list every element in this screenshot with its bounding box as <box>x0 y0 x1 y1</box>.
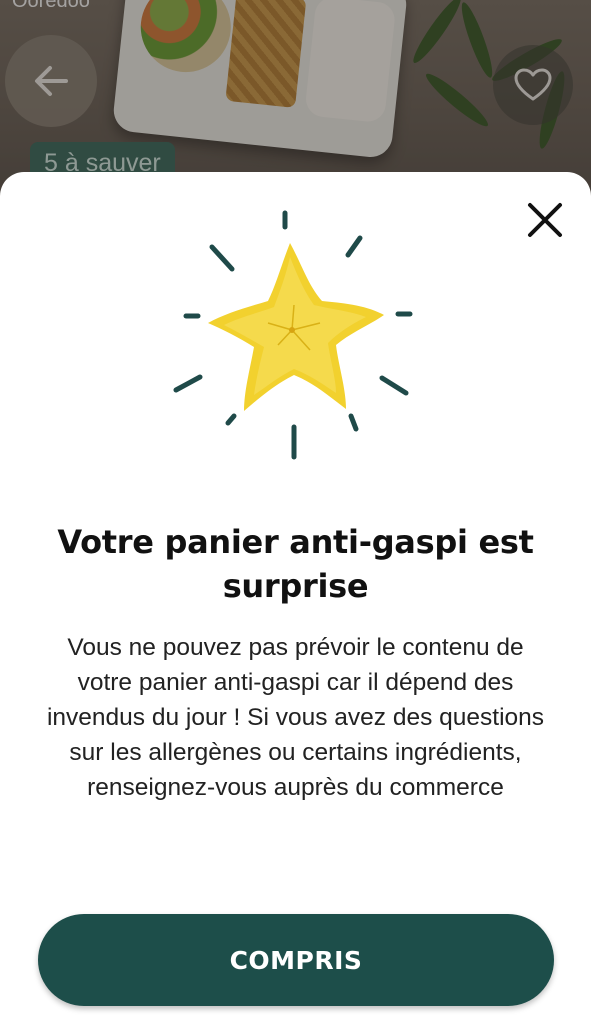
compris-button[interactable]: COMPRIS <box>38 914 554 1006</box>
modal-description: Vous ne pouvez pas prévoir le contenu de… <box>46 634 545 801</box>
star-fruit-icon <box>208 243 384 411</box>
modal-title: Votre panier anti-gaspi est surprise <box>57 523 534 605</box>
starfruit-illustration <box>173 210 413 460</box>
close-icon <box>528 203 562 237</box>
store-photo: Ooredoo 5 à sauver <box>0 0 591 200</box>
close-button[interactable] <box>518 193 572 247</box>
